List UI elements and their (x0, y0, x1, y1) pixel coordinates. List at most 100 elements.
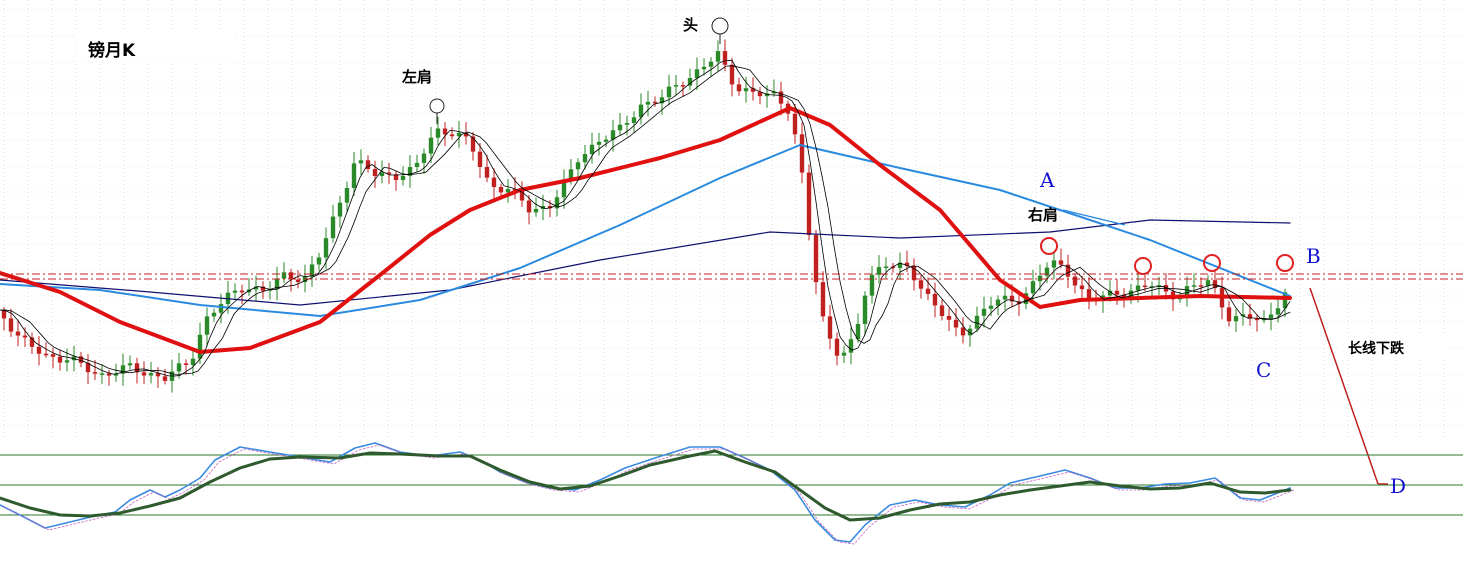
candle-body (813, 235, 819, 283)
candle-body (477, 151, 483, 168)
candle-body (652, 101, 658, 104)
red-circle-2 (1134, 257, 1152, 275)
candle-body (22, 335, 28, 338)
note-box: 长线下跌 (1340, 334, 1448, 360)
candle-body (883, 266, 889, 269)
candle-body (50, 354, 56, 357)
ma-short2-line (0, 65, 1291, 375)
candle-body (491, 177, 497, 188)
candle-body (1275, 308, 1281, 315)
candle-body (596, 141, 602, 145)
candle-body (281, 272, 287, 279)
candle-body (589, 144, 595, 155)
candle-body (1072, 276, 1078, 286)
candle-body (1114, 290, 1120, 295)
candle-body (99, 373, 105, 375)
candle-body (624, 122, 630, 125)
candle-body (806, 172, 812, 236)
candle-body (344, 187, 350, 203)
candle-body (106, 373, 112, 376)
candlestick-chart (0, 0, 1463, 545)
candle-body (932, 293, 938, 306)
candle-body (582, 154, 588, 163)
candle-body (715, 51, 721, 62)
candle-body (918, 280, 924, 289)
candle-body (1058, 260, 1064, 265)
candle-body (701, 66, 707, 70)
candle-body (435, 128, 441, 138)
label-right-shoulder: 右肩 (1028, 206, 1059, 224)
osc-fast-line (0, 442, 1291, 543)
candle-body (617, 124, 623, 131)
chart-root: 镑月K 左肩 头 右肩 A B C D 长线下跌 (0, 0, 1463, 572)
candle-body (414, 162, 420, 168)
candle-body (694, 69, 700, 78)
candle-body (729, 64, 735, 85)
candle-body (1198, 285, 1204, 287)
candle-body (232, 290, 238, 293)
candle-body (1135, 285, 1141, 291)
candle-body (960, 327, 966, 336)
candle-body (162, 376, 168, 381)
candle-body (92, 372, 98, 374)
title-box: 镑月K (76, 32, 234, 62)
candle-body (708, 61, 714, 67)
candle-body (799, 134, 805, 173)
candle-body (372, 168, 378, 177)
candle-body (1254, 318, 1260, 321)
red-circle-1 (1040, 237, 1058, 255)
label-point-c: C (1256, 358, 1272, 382)
candle-body (323, 238, 329, 258)
candle-body (680, 85, 686, 87)
candle-body (190, 358, 196, 365)
candle-body (1051, 260, 1057, 268)
candle-body (820, 282, 826, 317)
oscillator-panel (0, 442, 1463, 545)
candle-body (736, 84, 742, 92)
candle-body (428, 137, 434, 154)
label-point-b: B (1306, 244, 1321, 268)
candle-body (484, 167, 490, 178)
candle-body (316, 257, 322, 265)
label-point-a: A (1040, 168, 1055, 192)
candle-body (834, 338, 840, 356)
candle-body (1079, 285, 1085, 290)
candle-body (288, 272, 294, 280)
candle-body (36, 346, 42, 354)
chart-title: 镑月K (88, 41, 136, 61)
head-circle (711, 17, 729, 35)
candle-body (673, 85, 679, 87)
candle-body (57, 356, 63, 363)
candle-body (470, 136, 476, 152)
candle-body (211, 312, 217, 317)
candle-body (15, 331, 21, 336)
note-long-term-down: 长线下跌 (1348, 341, 1404, 357)
candle-body (1044, 267, 1050, 276)
candles (1, 39, 1288, 393)
candle-body (645, 101, 651, 105)
candle-body (295, 279, 301, 283)
candle-body (1030, 281, 1036, 294)
label-head: 头 (683, 16, 699, 34)
candle-body (939, 305, 945, 316)
left-shoulder-circle (429, 98, 445, 114)
candle-body (8, 318, 14, 332)
candle-body (827, 316, 833, 339)
candle-body (337, 202, 343, 217)
candle-body (1226, 307, 1232, 322)
candle-body (1233, 316, 1239, 322)
candle-body (1, 310, 7, 319)
candle-body (631, 117, 637, 123)
candle-body (722, 51, 728, 65)
candle-body (365, 160, 371, 169)
candle-body (379, 172, 385, 177)
candle-body (981, 308, 987, 316)
candle-body (148, 373, 154, 376)
candle-body (43, 353, 49, 356)
candle-body (204, 316, 210, 335)
candle-body (1191, 285, 1197, 287)
candle-body (743, 88, 749, 92)
candle-body (848, 339, 854, 353)
candle-body (127, 363, 133, 366)
candle-body (351, 163, 357, 188)
